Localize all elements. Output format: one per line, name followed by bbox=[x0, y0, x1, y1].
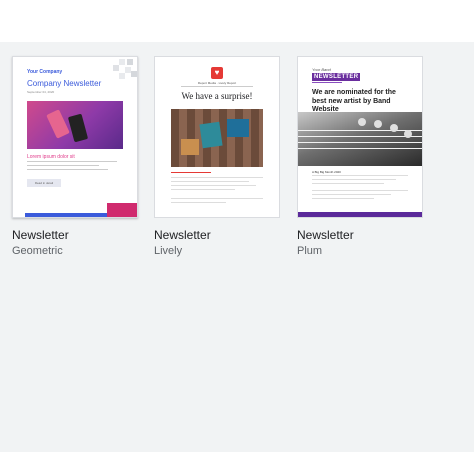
template-thumbnail[interactable]: Your Band NEWSLETTER We are nominated fo… bbox=[297, 56, 423, 218]
preview-photo bbox=[27, 101, 123, 149]
decorative-bar bbox=[25, 213, 115, 217]
preview-accent-line bbox=[171, 172, 211, 173]
template-subtitle: Plum bbox=[297, 245, 323, 257]
decorative-block bbox=[107, 203, 137, 217]
template-title: Newsletter bbox=[12, 228, 69, 242]
preview-section-heading: Lorem ipsum dolor sit bbox=[27, 154, 75, 160]
decorative-mosaic bbox=[111, 57, 137, 83]
template-gallery: Your Company Company Newsletter Septembe… bbox=[0, 42, 474, 452]
template-thumbnail[interactable]: Your Company Company Newsletter Septembe… bbox=[12, 56, 138, 218]
preview-sub-line bbox=[312, 82, 342, 83]
template-card-lively[interactable]: ♥ Report Media · Lively Report We have a… bbox=[154, 56, 280, 257]
heart-icon: ♥ bbox=[211, 67, 223, 79]
preview-photo bbox=[171, 109, 263, 167]
divider bbox=[181, 86, 253, 87]
preview-text-lines bbox=[312, 175, 408, 202]
guitar-photo bbox=[298, 112, 422, 166]
preview-brand: Report Media · Lively Report bbox=[197, 81, 237, 85]
decorative-bar bbox=[298, 212, 422, 217]
phone-image bbox=[46, 109, 70, 139]
preview-text-lines bbox=[27, 161, 117, 173]
preview-brand: Your Band bbox=[312, 67, 331, 72]
template-subtitle: Lively bbox=[154, 245, 183, 257]
template-thumbnail[interactable]: ♥ Report Media · Lively Report We have a… bbox=[154, 56, 280, 218]
preview-heading: We have a surprise! bbox=[181, 91, 253, 101]
preview-button: Read in detail bbox=[27, 179, 61, 187]
template-card-plum[interactable]: Your Band NEWSLETTER We are nominated fo… bbox=[297, 56, 423, 257]
preview-date: September 04, 2020 bbox=[27, 90, 55, 94]
preview-text-lines bbox=[171, 177, 263, 206]
preview-label: NEWSLETTER bbox=[312, 73, 361, 81]
template-card-geometric[interactable]: Your Company Company Newsletter Septembe… bbox=[12, 56, 138, 257]
template-subtitle: Geometric bbox=[12, 245, 63, 257]
template-title: Newsletter bbox=[154, 228, 211, 242]
preview-heading: Company Newsletter bbox=[27, 79, 102, 88]
preview-small: A Big Big Month 2020 bbox=[312, 170, 341, 174]
template-title: Newsletter bbox=[297, 228, 354, 242]
phone-image bbox=[67, 113, 89, 143]
preview-company: Your Company bbox=[27, 69, 63, 75]
preview-heading: We are nominated for the best new artist… bbox=[312, 89, 396, 113]
